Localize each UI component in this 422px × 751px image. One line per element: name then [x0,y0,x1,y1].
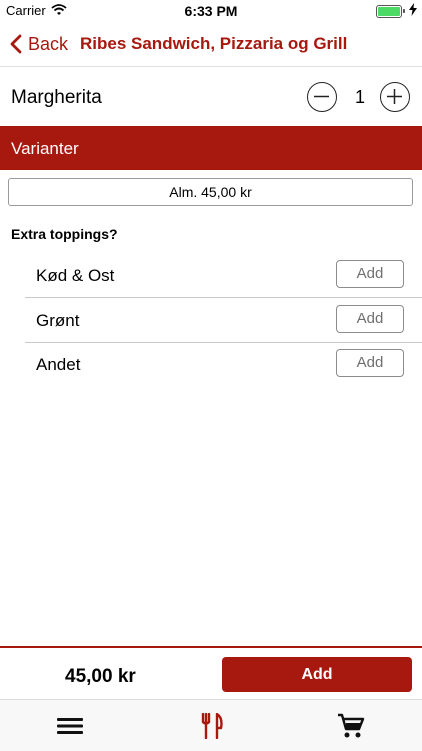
product-name: Margherita [11,87,102,108]
decrease-quantity-button[interactable] [307,82,337,112]
menu-icon[interactable] [56,713,86,739]
order-footer: 45,00 kr Add [0,646,422,701]
tab-bar [0,699,422,751]
quantity-value: 1 [354,87,365,107]
battery-icon [376,5,402,18]
navigation-bar: Back Ribes Sandwich, Pizzaria og Grill [0,22,422,67]
add-topping-kod-ost-button[interactable]: Add [336,260,404,288]
topping-label: Grønt [36,311,80,330]
battery-tip [403,9,405,13]
chevron-left-icon [10,34,22,54]
topping-label: Kød & Ost [36,266,115,285]
page-title: Ribes Sandwich, Pizzaria og Grill [80,34,348,53]
variants-header: Varianter [0,126,422,170]
cart-icon[interactable] [337,713,367,739]
extra-toppings-title: Extra toppings? [11,226,118,242]
add-to-cart-button[interactable]: Add [222,657,412,692]
back-label: Back [28,33,69,54]
plus-icon [387,89,402,104]
add-topping-andet-button[interactable]: Add [336,349,404,377]
increase-quantity-button[interactable] [380,82,410,112]
variants-header-label: Varianter [11,139,79,158]
add-topping-gront-button[interactable]: Add [336,305,404,333]
total-price: 45,00 kr [65,666,136,687]
restaurant-icon[interactable] [196,712,226,740]
clock: 6:33 PM [184,3,238,19]
topping-row-kod-ost: Kød & Ost Add [25,253,422,298]
topping-row-andet: Andet Add [25,342,422,386]
product-row: Margherita 1 [0,66,422,126]
back-button[interactable]: Back [10,31,68,57]
minus-icon [314,95,329,98]
topping-label: Andet [36,355,81,374]
status-bar: Carrier 6:33 PM [0,0,422,22]
variant-select[interactable]: Alm. 45,00 kr [8,178,413,206]
topping-row-gront: Grønt Add [25,298,422,343]
charging-icon [409,3,417,19]
